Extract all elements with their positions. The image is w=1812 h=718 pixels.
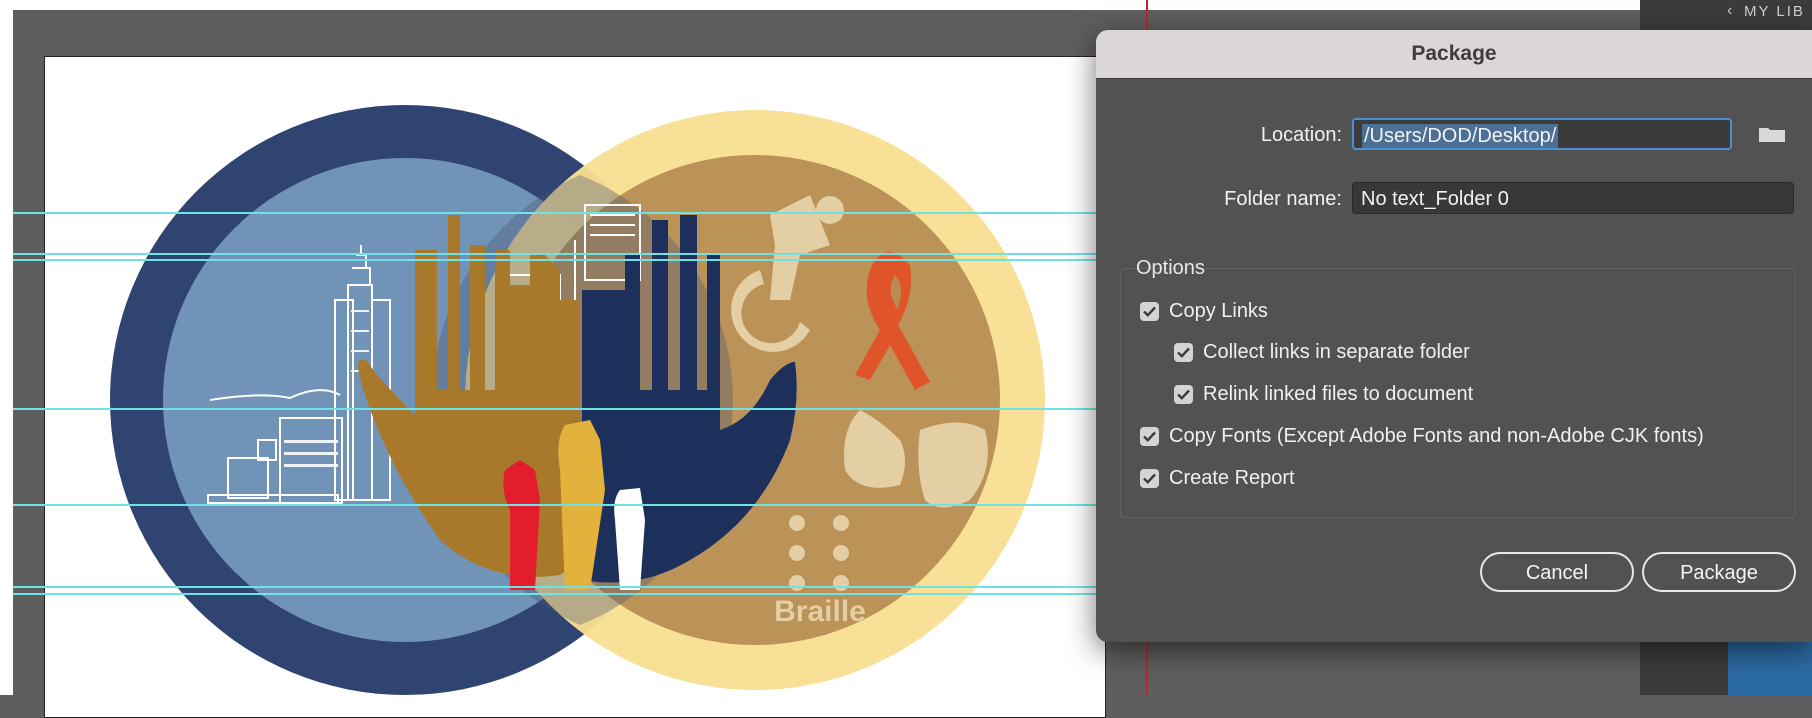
copy-fonts-checkbox[interactable]: Copy Fonts (Except Adobe Fonts and non-A… (1140, 425, 1704, 448)
checkmark-icon (1140, 427, 1159, 446)
package-dialog: Package Location: /Users/DOD/Desktop/ Fo… (1096, 30, 1812, 642)
copy-links-label: Copy Links (1169, 300, 1268, 322)
location-input[interactable]: /Users/DOD/Desktop/ (1352, 118, 1732, 150)
dialog-titlebar[interactable]: Package (1096, 30, 1812, 79)
folder-name-label: Folder name: (1224, 188, 1342, 210)
guide-line[interactable] (13, 253, 1113, 255)
copy-links-checkbox[interactable]: Copy Links (1140, 300, 1268, 323)
folder-icon[interactable] (1758, 125, 1786, 143)
braille-label: Braille (774, 595, 866, 628)
inclusion-logo-artwork[interactable]: Braille (0, 0, 1120, 695)
guide-line[interactable] (13, 408, 1113, 410)
options-title: Options (1136, 257, 1205, 279)
checkmark-icon (1174, 343, 1193, 362)
relink-files-label: Relink linked files to document (1203, 383, 1474, 405)
cancel-button[interactable]: Cancel (1480, 552, 1634, 592)
folder-name-input[interactable]: No text_Folder 0 (1352, 182, 1794, 214)
checkmark-icon (1140, 302, 1159, 321)
create-report-label: Create Report (1169, 467, 1295, 489)
guide-line[interactable] (13, 504, 1113, 506)
package-button[interactable]: Package (1642, 552, 1796, 592)
location-label: Location: (1260, 124, 1342, 146)
collect-links-checkbox[interactable]: Collect links in separate folder (1174, 341, 1470, 364)
guide-line[interactable] (13, 259, 1113, 261)
guide-line[interactable] (13, 212, 1113, 214)
my-library-label[interactable]: MY LIB (1726, 3, 1805, 20)
checkmark-icon (1140, 469, 1159, 488)
copy-fonts-label: Copy Fonts (Except Adobe Fonts and non-A… (1169, 425, 1704, 447)
guide-line[interactable] (13, 593, 1113, 595)
guide-line[interactable] (13, 586, 1113, 588)
dialog-title: Package (1411, 42, 1497, 65)
checkmark-icon (1174, 385, 1193, 404)
folder-name-value: No text_Folder 0 (1361, 188, 1509, 210)
location-value: /Users/DOD/Desktop/ (1362, 124, 1559, 148)
collect-links-label: Collect links in separate folder (1203, 341, 1470, 363)
relink-files-checkbox[interactable]: Relink linked files to document (1174, 383, 1473, 406)
create-report-checkbox[interactable]: Create Report (1140, 467, 1295, 490)
